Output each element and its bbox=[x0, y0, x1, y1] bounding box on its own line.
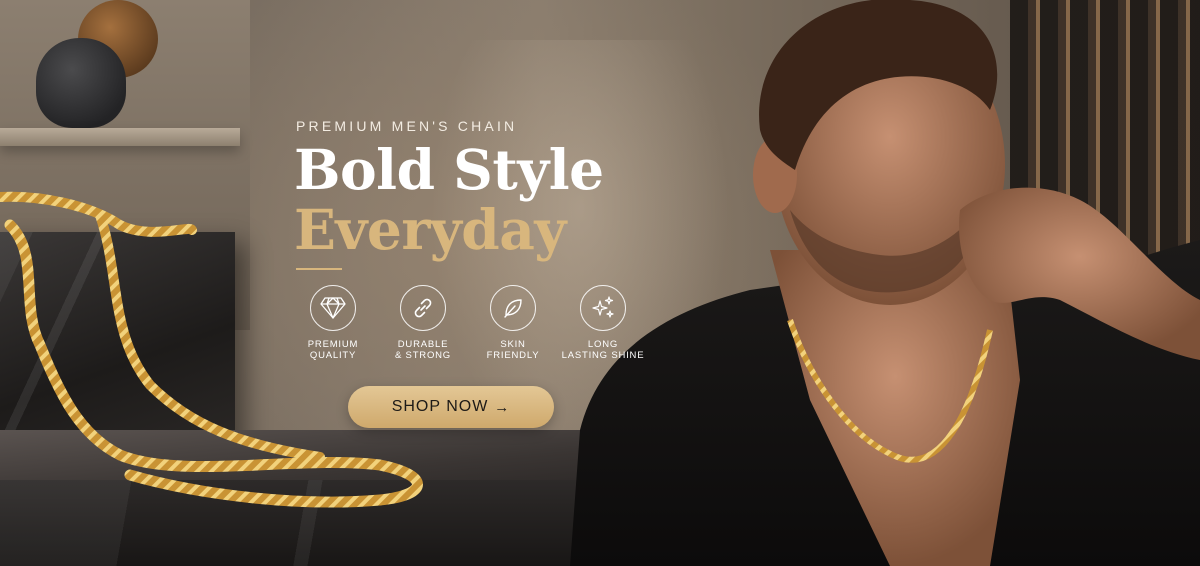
headline: Bold Style Everyday bbox=[294, 140, 654, 260]
chain-link-icon bbox=[400, 285, 446, 331]
feature-label: LONG LASTING SHINE bbox=[561, 339, 645, 361]
headline-line-2: Everyday bbox=[294, 197, 566, 262]
sparkles-icon bbox=[580, 285, 626, 331]
shop-now-label: SHOP NOW bbox=[391, 398, 489, 415]
feature-label: SKIN FRIENDLY bbox=[486, 339, 540, 361]
feature-long-lasting-shine: LONG LASTING SHINE bbox=[558, 285, 648, 361]
model-photo bbox=[570, 0, 1200, 566]
background-shelf bbox=[0, 128, 240, 146]
headline-divider bbox=[296, 268, 342, 270]
hero-copy: PREMIUM MEN'S CHAIN Bold Style Everyday bbox=[294, 118, 654, 270]
shop-now-button[interactable]: SHOP NOW → bbox=[348, 386, 554, 428]
feature-label: DURABLE & STRONG bbox=[394, 339, 451, 361]
hero-banner: PREMIUM MEN'S CHAIN Bold Style Everyday … bbox=[0, 0, 1200, 566]
feature-durable-strong: DURABLE & STRONG bbox=[378, 285, 468, 361]
feature-premium-quality: PREMIUM QUALITY bbox=[288, 285, 378, 361]
leaf-icon bbox=[490, 285, 536, 331]
eyebrow-text: PREMIUM MEN'S CHAIN bbox=[296, 118, 518, 134]
feature-label: PREMIUM QUALITY bbox=[307, 339, 359, 361]
feature-skin-friendly: SKIN FRIENDLY bbox=[468, 285, 558, 361]
feature-list: PREMIUM QUALITY DURABLE & STRONG SKIN FR… bbox=[288, 285, 648, 361]
diamond-icon bbox=[310, 285, 356, 331]
dark-vase-decor bbox=[36, 38, 126, 128]
headline-line-1: Bold Style bbox=[294, 137, 604, 202]
arrow-right-icon: → bbox=[494, 398, 511, 416]
